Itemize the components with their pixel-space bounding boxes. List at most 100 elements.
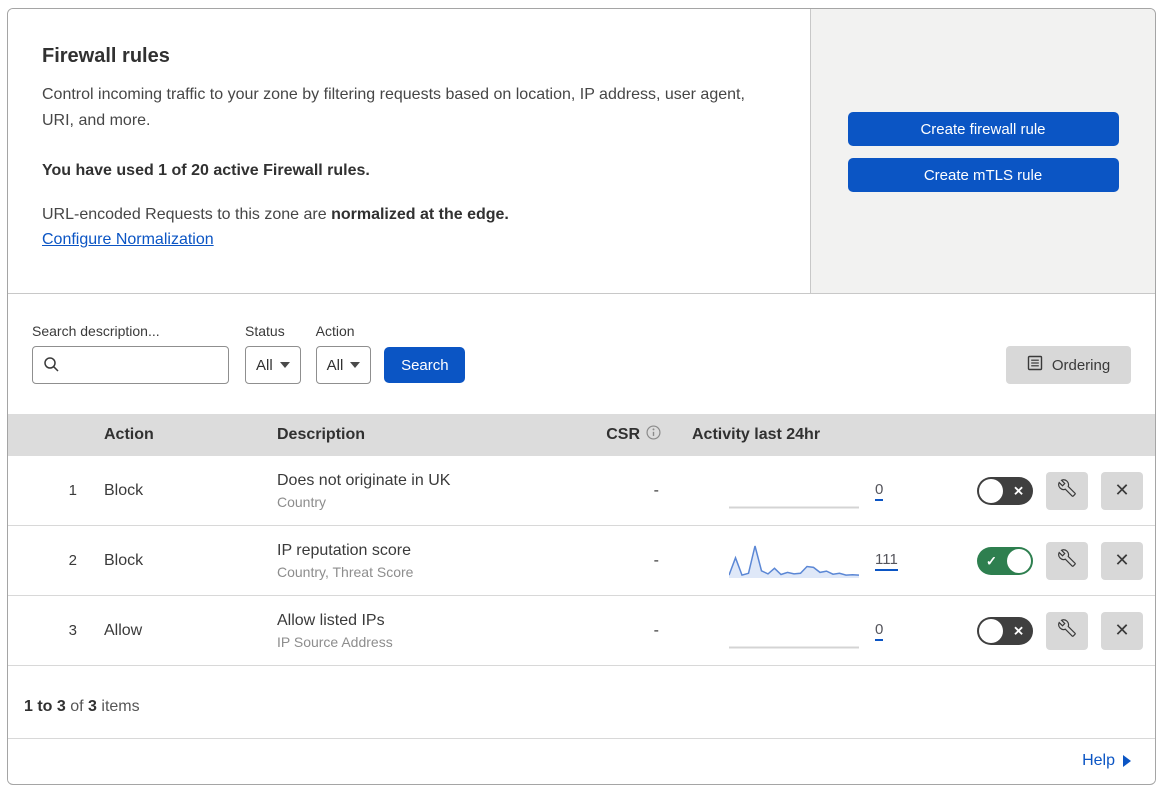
status-dropdown[interactable]: All — [245, 346, 301, 384]
firewall-rules-card: Firewall rules Control incoming traffic … — [7, 8, 1156, 785]
search-box — [32, 346, 229, 384]
action-value: All — [326, 356, 344, 374]
activity-count-link[interactable]: 0 — [875, 481, 884, 501]
total-text: 3 — [88, 698, 97, 715]
info-icon[interactable] — [646, 425, 661, 445]
page-title: Firewall rules — [42, 45, 170, 67]
help-label: Help — [1082, 752, 1115, 769]
rule-controls: ✓ ✕ ✕ — [894, 541, 1155, 580]
close-icon: ✕ — [1114, 550, 1130, 570]
column-action: Action — [104, 426, 154, 443]
page-description: Control incoming traffic to your zone by… — [42, 86, 745, 129]
delete-rule-button[interactable]: ✕ — [1101, 611, 1143, 650]
rule-enabled-toggle[interactable]: ✓ ✕ — [977, 616, 1033, 645]
rule-csr: - — [653, 621, 659, 639]
actions-panel: Create firewall rule Create mTLS rule — [810, 9, 1155, 293]
rule-action: Block — [104, 551, 144, 569]
rule-fields: IP Source Address — [277, 633, 393, 650]
chevron-down-icon — [350, 362, 361, 368]
header-section: Firewall rules Control incoming traffic … — [8, 9, 1155, 294]
rule-fields: Country — [277, 493, 327, 510]
wrench-icon — [1058, 479, 1076, 502]
wrench-icon — [1058, 549, 1076, 572]
rule-priority: 2 — [68, 552, 77, 569]
rule-description-cell: Allow listed IPs IP Source Address — [277, 612, 589, 650]
wrench-icon — [1058, 619, 1076, 642]
csr-label: CSR — [606, 426, 640, 443]
range-text: 1 to 3 — [24, 698, 66, 715]
rule-action: Block — [104, 481, 144, 499]
check-icon: ✓ — [986, 553, 997, 568]
create-firewall-rule-button[interactable]: Create firewall rule — [847, 112, 1119, 146]
status-value: All — [256, 356, 273, 374]
toggle-knob — [979, 618, 1003, 643]
search-icon — [43, 356, 60, 378]
pagination-summary: 1 to 3 of 3 items — [8, 666, 1155, 739]
items-text: items — [96, 698, 140, 715]
ordering-label: Ordering — [1051, 356, 1111, 374]
usage-summary: You have used 1 of 20 active Firewall ru… — [42, 162, 370, 179]
column-activity: Activity last 24hr — [692, 426, 821, 443]
help-link[interactable]: Help — [1082, 752, 1131, 770]
rule-enabled-toggle[interactable]: ✓ ✕ — [977, 476, 1033, 505]
action-filter-group: Action All — [315, 323, 372, 384]
rule-description: Allow listed IPs — [277, 611, 385, 629]
rule-fields: Country, Threat Score — [277, 563, 414, 580]
help-row: Help — [8, 739, 1155, 783]
table-row: 1 Block Does not originate in UK Country… — [8, 456, 1155, 526]
delete-rule-button[interactable]: ✕ — [1101, 471, 1143, 510]
x-icon: ✕ — [1013, 483, 1024, 498]
configure-normalization-link[interactable]: Configure Normalization — [42, 231, 214, 249]
table-row: 3 Allow Allow listed IPs IP Source Addre… — [8, 596, 1155, 666]
normalization-text: URL-encoded Requests to this zone are — [42, 206, 332, 223]
activity-sparkline — [728, 543, 860, 579]
rule-enabled-toggle[interactable]: ✓ ✕ — [977, 546, 1033, 575]
status-label: Status — [245, 323, 285, 339]
rule-description: IP reputation score — [277, 541, 412, 559]
rule-activity-cell: 111 — [679, 543, 898, 579]
search-input[interactable] — [32, 346, 229, 384]
list-icon — [1027, 355, 1043, 375]
chevron-down-icon — [279, 362, 290, 368]
rule-description: Does not originate in UK — [277, 471, 451, 489]
delete-rule-button[interactable]: ✕ — [1101, 541, 1143, 580]
column-description: Description — [277, 426, 366, 443]
of-text: of — [65, 698, 89, 715]
search-group: Search description... — [32, 323, 229, 384]
toggle-knob — [1007, 548, 1031, 573]
rule-priority: 3 — [68, 622, 77, 639]
edit-rule-button[interactable] — [1046, 611, 1088, 650]
activity-count-link[interactable]: 0 — [875, 621, 884, 641]
table-header: Action Description CSR Activity last 24h… — [8, 414, 1155, 456]
edit-rule-button[interactable] — [1046, 471, 1088, 510]
rule-description-cell: Does not originate in UK Country — [277, 472, 589, 510]
rule-description-cell: IP reputation score Country, Threat Scor… — [277, 542, 589, 580]
table-row: 2 Block IP reputation score Country, Thr… — [8, 526, 1155, 596]
rule-activity-cell: 0 — [679, 613, 894, 649]
ordering-button[interactable]: Ordering — [1006, 346, 1131, 384]
edit-rule-button[interactable] — [1046, 541, 1088, 580]
header-text-block: Firewall rules Control incoming traffic … — [8, 9, 810, 293]
close-icon: ✕ — [1114, 480, 1130, 500]
normalization-bold: normalized at the edge. — [331, 206, 509, 223]
rule-csr: - — [653, 551, 659, 569]
x-icon: ✕ — [1013, 623, 1024, 638]
action-label: Action — [315, 323, 355, 339]
rule-controls: ✓ ✕ ✕ — [894, 471, 1155, 510]
arrow-right-icon — [1123, 755, 1131, 767]
close-icon: ✕ — [1114, 620, 1130, 640]
normalization-note: URL-encoded Requests to this zone are no… — [42, 206, 750, 224]
rule-priority: 1 — [68, 482, 77, 499]
status-filter-group: Status All — [245, 323, 301, 384]
search-label: Search description... — [32, 323, 160, 339]
toggle-knob — [979, 478, 1003, 503]
create-mtls-rule-button[interactable]: Create mTLS rule — [847, 158, 1119, 192]
activity-sparkline — [729, 473, 859, 509]
search-button[interactable]: Search — [384, 347, 466, 383]
action-dropdown[interactable]: All — [315, 346, 372, 384]
filter-bar: Search description... Status All Action … — [8, 294, 1155, 414]
rule-action: Allow — [104, 621, 143, 639]
rule-csr: - — [653, 481, 659, 499]
activity-sparkline — [729, 613, 859, 649]
column-csr: CSR — [589, 425, 679, 445]
